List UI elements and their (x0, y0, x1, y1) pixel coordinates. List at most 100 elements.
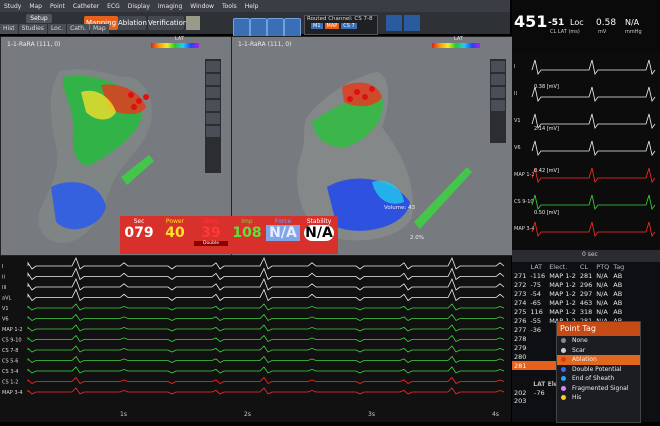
routed-chip-1[interactable]: M1 (311, 23, 323, 29)
ecg-trace-11 (27, 376, 505, 385)
routed-channel-value: CS 7-8 (354, 16, 373, 22)
point-tag-ablation[interactable]: Ablation (557, 355, 640, 365)
toolbar-button-4[interactable] (284, 18, 301, 37)
ecg-trace-7 (27, 334, 505, 343)
menu-item-tools[interactable]: Tools (218, 3, 241, 10)
table-cell-lat: -54 (530, 289, 542, 298)
stat-label: Temp (203, 218, 219, 225)
stat-label: Sec (133, 218, 145, 225)
table2-num-header (512, 380, 532, 389)
stat-sub: Double (194, 241, 228, 246)
right-axis-label: 0 sec (582, 251, 598, 258)
menu-item-imaging[interactable]: Imaging (154, 3, 186, 10)
menu-item-help[interactable]: Help (241, 3, 263, 10)
table-cell-lat: -55 (530, 316, 542, 325)
tool-zoom-icon-right[interactable] (491, 74, 505, 85)
menu-item-display[interactable]: Display (124, 3, 154, 10)
table-header-3[interactable]: CL (578, 262, 594, 271)
point-tag-label: Scar (572, 346, 586, 354)
tag-color-dot-icon (561, 338, 566, 344)
table-cell-ptq: N/A (596, 289, 608, 298)
subtab-3[interactable]: Cath. (67, 24, 89, 34)
menu-item-catheter[interactable]: Catheter (69, 3, 103, 10)
toolbar-button-1[interactable] (233, 18, 250, 37)
table-header-5[interactable]: Tag (611, 262, 626, 271)
tool-tag-icon[interactable] (206, 126, 220, 137)
toolbar-button-3[interactable] (267, 18, 284, 37)
ecg-trace-5 (27, 313, 505, 322)
menu-item-map[interactable]: Map (25, 3, 46, 10)
table-header-2[interactable]: Elect. (547, 262, 578, 271)
point-tag-label: None (572, 337, 588, 345)
time-tick-3: 4s (492, 411, 499, 418)
ecg-trace-12 (27, 387, 505, 395)
table-cell-n: 274 (514, 298, 527, 307)
point-tag-end-of-sheath[interactable]: End of Sheath (557, 374, 640, 384)
map-left-tools[interactable] (205, 59, 221, 173)
toolbar-button-2[interactable] (250, 18, 267, 37)
table-header-1[interactable]: LAT (528, 262, 547, 271)
sub-tabs: Hist Studies Loc. Cath. Map (0, 24, 109, 34)
settings-icon[interactable] (386, 15, 402, 31)
subtab-0[interactable]: Hist (0, 24, 18, 34)
table-cell-lat: -36 (530, 325, 542, 334)
table-row[interactable]: 272 -75 MAP 1-2 296 N/A AB (512, 280, 626, 289)
table-cell-n: 277 (514, 325, 527, 334)
table-row[interactable]: 271 -116 MAP 1-2 281 N/A AB (512, 271, 626, 280)
tool-clip-icon[interactable] (206, 113, 220, 124)
point-tag-his[interactable]: His (557, 393, 640, 403)
table-row[interactable]: 275 116 MAP 1-2 318 N/A AB (512, 307, 626, 316)
point-tag-none[interactable]: None (557, 336, 640, 346)
lat-label: CL LAT (ms) (550, 29, 580, 35)
subtab-1[interactable]: Studies (18, 24, 47, 34)
tab-ablation[interactable]: Ablation (118, 16, 147, 30)
table-header-4[interactable]: PTQ (594, 262, 611, 271)
right-value-0: 0.38 [mV] (534, 84, 559, 90)
right-trace-label-1: II (514, 91, 517, 97)
right-trace-label-5: CS 9-10 (514, 199, 534, 205)
ecg-label-0: I (2, 264, 3, 270)
tool-pan-icon-right[interactable] (491, 87, 505, 98)
tool-rotate-icon[interactable] (206, 61, 220, 72)
right-value-3: 0.50 [mV] (534, 210, 559, 216)
layout-icon[interactable] (404, 15, 420, 31)
stat-label: Power (165, 218, 185, 225)
subtab-2[interactable]: Loc. (47, 24, 67, 34)
menu-item-study[interactable]: Study (0, 3, 25, 10)
routed-channel-box[interactable]: Routed Channel: CS 7-8 M1 MAP CS 7 (304, 15, 378, 35)
lat-value: -51 (548, 18, 565, 28)
tool-pan-icon[interactable] (206, 87, 220, 98)
point-tag-scar[interactable]: Scar (557, 346, 640, 356)
map-right-tools[interactable] (490, 59, 506, 143)
point-tag-fragmented-signal[interactable]: Fragmented Signal (557, 384, 640, 394)
menu-item-ecg[interactable]: ECG (103, 3, 124, 10)
right-trace-label-2: V1 (514, 118, 521, 124)
tab-setup[interactable]: Setup (26, 14, 52, 23)
table-cell-lat (528, 352, 547, 361)
right-trace-5 (531, 194, 656, 210)
tool-rotate-icon-right[interactable] (491, 61, 505, 72)
table-cell-n: 280 (514, 352, 527, 361)
menu-item-window[interactable]: Window (186, 3, 218, 10)
catheter-icon[interactable] (186, 16, 200, 30)
ecg-label-1: II (2, 275, 5, 281)
routed-chip-3[interactable]: CS 7 (341, 23, 357, 29)
table-cell-lat: -65 (530, 298, 542, 307)
point-tag-popup[interactable]: Point Tag None Scar Ablation Double Potenti… (556, 321, 641, 423)
tool-view-icon-right[interactable] (491, 100, 505, 111)
menu-item-point[interactable]: Point (46, 3, 69, 10)
time-tick-1: 2s (244, 411, 251, 418)
point-tag-double-potential[interactable]: Double Potential (557, 365, 640, 375)
table-cell-n: 276 (514, 316, 527, 325)
right-time-axis: 0 sec (512, 250, 660, 262)
table-row[interactable]: 274 -65 MAP 1-2 463 N/A AB (512, 298, 626, 307)
right-trace-3 (531, 140, 656, 156)
routed-chip-2[interactable]: MAP (324, 23, 340, 29)
right-trace-0 (531, 59, 656, 75)
table-header-0[interactable] (512, 262, 528, 271)
tool-zoom-icon[interactable] (206, 74, 220, 85)
tool-view-icon[interactable] (206, 100, 220, 111)
subtab-4[interactable]: Map (90, 24, 109, 34)
tab-verification[interactable]: Verification (148, 16, 187, 30)
table-row[interactable]: 273 -54 MAP 1-2 297 N/A AB (512, 289, 626, 298)
